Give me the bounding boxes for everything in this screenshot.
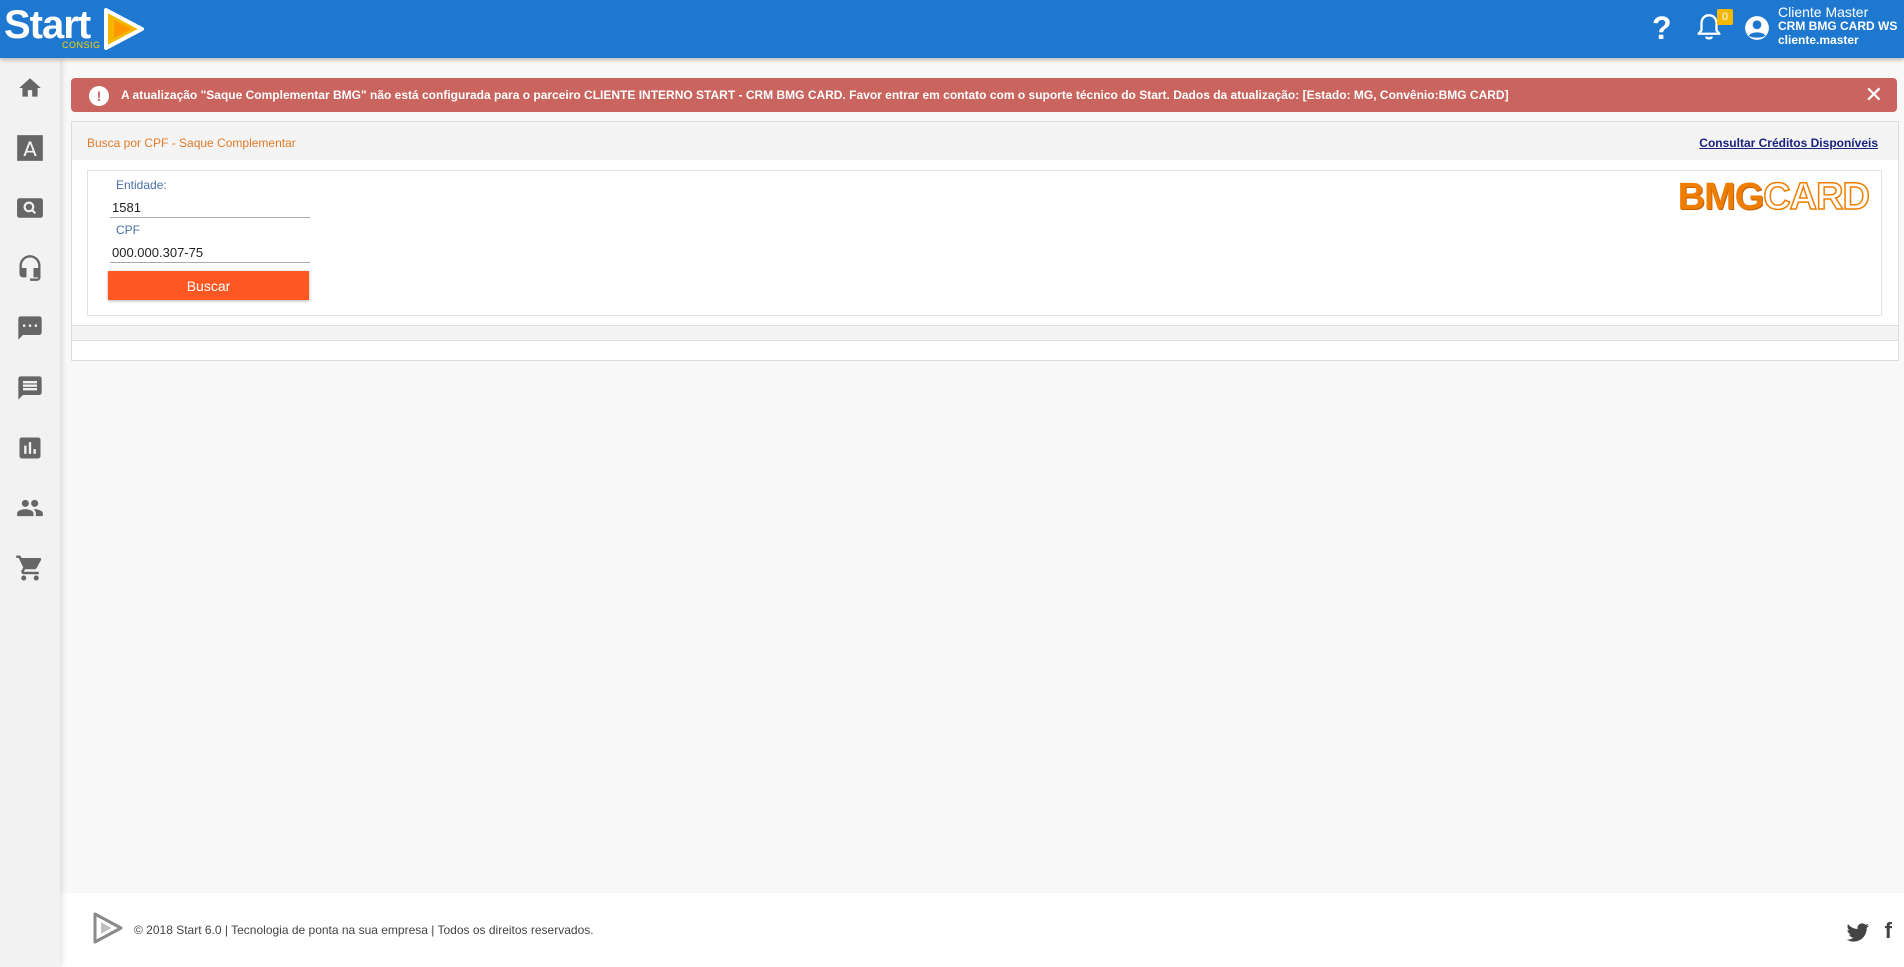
bmg-card-logo: BMGCARD (1677, 176, 1871, 218)
people-icon (17, 499, 43, 517)
panel-title: Busca por CPF - Saque Complementar (87, 136, 296, 150)
cart-icon (16, 555, 42, 581)
play-logo-icon (104, 8, 144, 50)
chat-icon (18, 316, 42, 340)
font-icon: A (17, 135, 43, 161)
sidebar-item-messages[interactable] (0, 368, 60, 408)
start-footer-logo-icon (93, 912, 123, 944)
svg-text:A: A (23, 138, 37, 161)
notification-badge: 0 (1717, 9, 1733, 25)
alert-exclamation-icon: ! (89, 86, 109, 106)
user-company: CRM BMG CARD WS (1778, 19, 1898, 33)
footer: © 2018 Start 6.0 | Tecnologia de ponta n… (60, 893, 1904, 967)
sidebar: A (0, 58, 60, 967)
help-icon[interactable]: ? (1652, 10, 1672, 46)
sidebar-item-font[interactable]: A (0, 128, 60, 168)
sidebar-item-users[interactable] (0, 488, 60, 528)
search-form: Entidade: CPF Buscar BMGCARD (87, 170, 1882, 316)
user-login: cliente.master (1778, 33, 1859, 47)
entidade-field[interactable] (110, 197, 310, 218)
cpf-field[interactable] (110, 242, 310, 263)
close-icon[interactable]: ✕ (1865, 84, 1883, 106)
bar-chart-icon (19, 437, 41, 459)
panel-header: Busca por CPF - Saque Complementar Consu… (72, 122, 1898, 160)
start-logo[interactable]: Start CONSIG (4, 2, 146, 56)
sidebar-item-cart[interactable] (0, 548, 60, 588)
facebook-icon[interactable]: f (1885, 919, 1892, 943)
top-bar: Start CONSIG ? 0 Cliente Master CRM BMG … (0, 0, 1904, 58)
error-alert: ! A atualização "Saque Complementar BMG"… (71, 78, 1897, 112)
logo-subtitle: CONSIG (62, 40, 101, 50)
sidebar-item-chat[interactable] (0, 308, 60, 348)
account-circle-icon[interactable] (1744, 15, 1770, 41)
headset-icon (19, 255, 41, 281)
consult-credits-link[interactable]: Consultar Créditos Disponíveis (1699, 136, 1878, 150)
panel-bottom-bar (72, 325, 1898, 341)
cpf-label: CPF (116, 223, 140, 237)
sidebar-item-home[interactable] (0, 68, 60, 108)
message-icon (18, 376, 42, 400)
buscar-button[interactable]: Buscar (108, 271, 309, 300)
bmg-logo-outline: CARD (1762, 176, 1870, 218)
user-info[interactable]: Cliente Master CRM BMG CARD WS cliente.m… (1778, 5, 1897, 47)
twitter-icon[interactable] (1846, 923, 1870, 943)
sidebar-item-search[interactable] (0, 188, 60, 228)
search-icon (17, 198, 43, 218)
bmg-logo-solid: BMG (1677, 176, 1765, 218)
home-icon (19, 78, 41, 97)
entidade-label: Entidade: (116, 178, 167, 192)
alert-message: A atualização "Saque Complementar BMG" n… (121, 88, 1509, 102)
user-name: Cliente Master (1778, 4, 1869, 20)
sidebar-item-support[interactable] (0, 248, 60, 288)
search-panel: Busca por CPF - Saque Complementar Consu… (71, 121, 1899, 361)
sidebar-item-reports[interactable] (0, 428, 60, 468)
footer-copyright: © 2018 Start 6.0 | Tecnologia de ponta n… (134, 923, 594, 937)
